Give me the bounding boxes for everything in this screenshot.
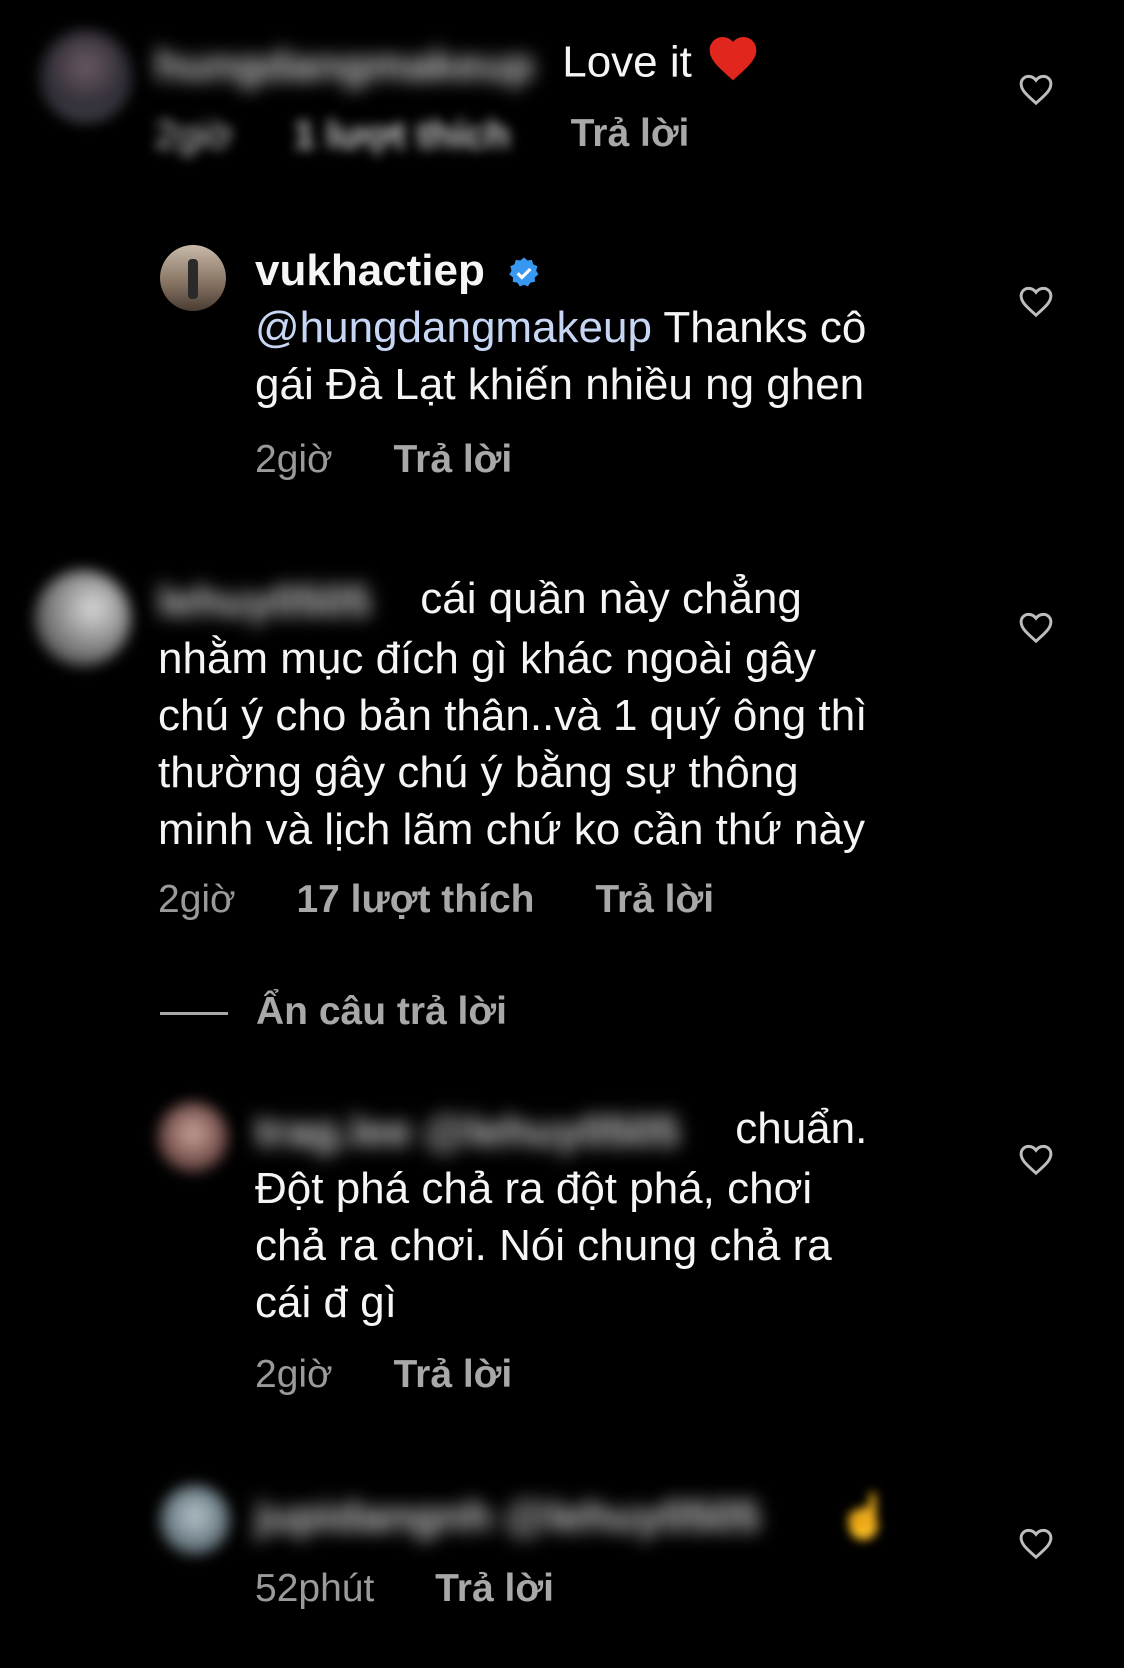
comment-body-line: cái quần này chẳng xyxy=(420,574,802,623)
likes-count[interactable]: 17 lượt thích xyxy=(296,878,534,921)
pointing-hand-emoji: ☝ xyxy=(837,1491,893,1541)
comment-body-line: nhằm mục đích gì khác ngoài gây xyxy=(158,633,816,683)
avatar[interactable] xyxy=(158,1102,228,1172)
comment-meta: 2giờ Trả lời xyxy=(255,1353,562,1397)
timestamp: 52phút xyxy=(255,1567,375,1610)
avatar[interactable] xyxy=(40,30,132,122)
username-blurred[interactable]: jupidangnh @lehuy0505 xyxy=(255,1488,825,1545)
hide-replies-button[interactable]: Ẩn câu trả lời xyxy=(160,990,507,1034)
timestamp: 2giờ xyxy=(255,1353,333,1396)
comment-body-line: gái Đà Lạt khiến nhiều ng ghen xyxy=(255,360,865,409)
red-heart-icon xyxy=(704,30,762,100)
comment-body-line: cái đ gì xyxy=(255,1277,397,1327)
avatar[interactable] xyxy=(160,1485,230,1555)
reply-button[interactable]: Trả lời xyxy=(393,438,512,481)
comment-meta: 2giờ 1 lượt thích Trả lời xyxy=(155,112,739,158)
comment-body-line: thường gây chú ý bằng sự thông xyxy=(158,747,799,797)
comment-text: lehuy0505 cái quần này chẳng nhằm mục đí… xyxy=(158,570,867,858)
reply-button[interactable]: Trả lời xyxy=(571,112,690,155)
mention-link[interactable]: @hungdangmakeup xyxy=(255,303,652,352)
comment-text: vukhactiep @hungdangmakeup Thanks cô gái… xyxy=(255,242,866,413)
comment-body-line: Thanks cô xyxy=(651,303,867,352)
heart-icon[interactable] xyxy=(1016,70,1056,106)
timestamp: 2giờ xyxy=(158,878,236,921)
divider-line xyxy=(160,1012,228,1016)
comment-body-line: chú ý cho bản thân..và 1 quý ông thì xyxy=(158,690,868,740)
username[interactable]: vukhactiep xyxy=(255,246,485,295)
heart-icon[interactable] xyxy=(1016,1140,1056,1176)
comment-body-line: chả ra chơi. Nói chung chả ra xyxy=(255,1220,832,1270)
comment-body-line: minh và lịch lãm chứ ko cần thứ này xyxy=(158,804,865,854)
comment-body: Love it xyxy=(562,37,692,87)
time-blurred: 2giờ xyxy=(155,113,233,157)
reply-button[interactable]: Trả lời xyxy=(435,1567,554,1610)
comment-body-line: chuẩn. xyxy=(735,1104,868,1153)
comment-meta: 2giờ 17 lượt thích Trả lời xyxy=(158,878,764,922)
avatar[interactable] xyxy=(35,570,131,666)
comment-body-line: Đột phá chả ra đột phá, chơi xyxy=(255,1163,813,1213)
comment-text: jupidangnh @lehuy0505 ☝ xyxy=(255,1485,892,1545)
username-blurred[interactable]: lehuy0505 xyxy=(158,573,408,630)
reply-button[interactable]: Trả lời xyxy=(393,1353,512,1396)
heart-icon[interactable] xyxy=(1016,282,1056,318)
timestamp: 2giờ xyxy=(255,438,333,481)
reply-button[interactable]: Trả lời xyxy=(595,878,714,921)
verified-badge-icon xyxy=(509,257,539,287)
comment-meta: 52phút Trả lời xyxy=(255,1567,604,1611)
comment-text: hungdangmakeup Love it xyxy=(155,30,762,100)
heart-icon[interactable] xyxy=(1016,1524,1056,1560)
comment-text: trag.lee @lehuy0505 chuẩn. Đột phá chả r… xyxy=(255,1100,867,1331)
comment-meta: 2giờ Trả lời xyxy=(255,438,562,482)
username-blurred[interactable]: hungdangmakeup xyxy=(155,37,550,94)
avatar[interactable] xyxy=(160,245,226,311)
username-blurred[interactable]: trag.lee @lehuy0505 xyxy=(255,1103,723,1160)
likes-blurred[interactable]: 1 lượt thích xyxy=(293,114,509,158)
hide-replies-label: Ẩn câu trả lời xyxy=(256,990,507,1033)
heart-icon[interactable] xyxy=(1016,608,1056,644)
